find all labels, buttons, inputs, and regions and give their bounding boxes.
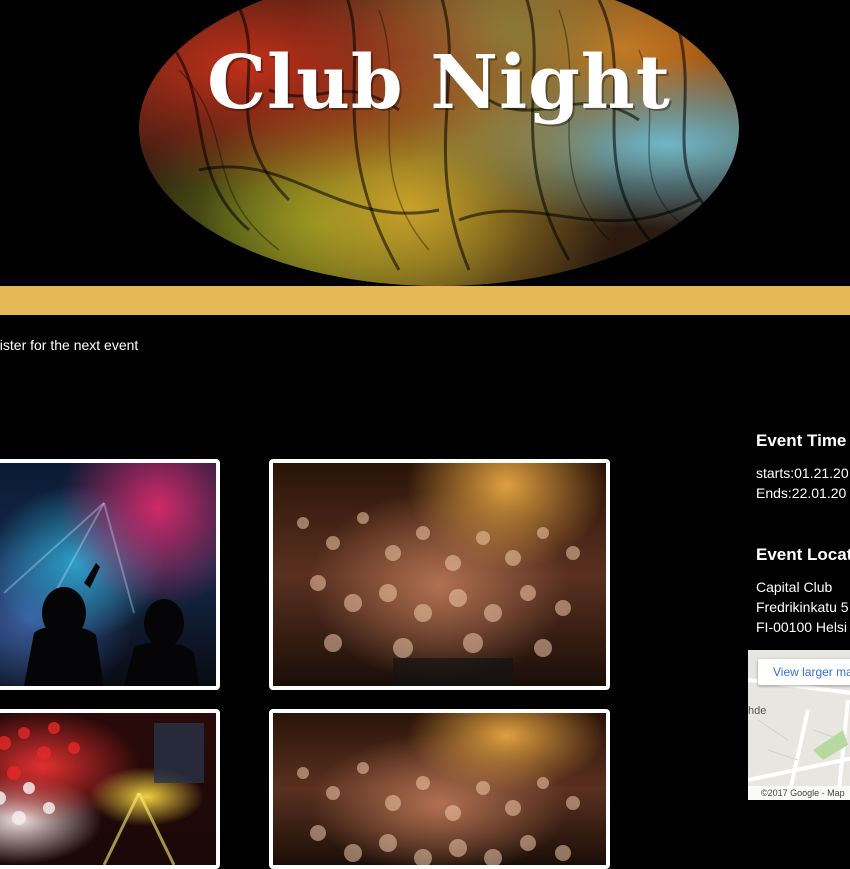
crowd-pattern-2: [297, 762, 580, 865]
dj-stage-photo[interactable]: [0, 459, 220, 690]
register-text: gister for the next event: [0, 337, 139, 353]
logo-text: Club Night: [207, 40, 671, 126]
venue-name: Capital Club: [756, 579, 833, 595]
map-street-label: hde: [748, 705, 767, 717]
crowd-photo-2[interactable]: [269, 709, 610, 869]
club-night-logo[interactable]: Club Night: [139, 0, 739, 286]
map-credit[interactable]: ©2017 Google - Map: [748, 786, 850, 800]
event-time-heading: Event Time: [756, 431, 847, 450]
balloons-pattern: [0, 722, 204, 865]
crowd-photo[interactable]: [269, 459, 610, 690]
event-start-time: starts:01.21.20: [756, 465, 849, 481]
balloons-photo[interactable]: [0, 709, 220, 869]
event-location-heading: Event Locat: [756, 545, 850, 564]
event-end-time: Ends:22.01.20: [756, 485, 847, 501]
view-larger-map-link[interactable]: View larger ma: [758, 659, 850, 685]
crowd-pattern: [297, 512, 580, 686]
venue-street: Fredrikinkatu 5: [756, 599, 849, 615]
location-map[interactable]: View larger ma hde ©2017 Google - Map: [748, 650, 850, 800]
accent-bar: [0, 286, 850, 315]
header: Club Night: [0, 0, 850, 286]
dj-stage-silhouettes: [3, 502, 199, 686]
venue-city: FI-00100 Helsi: [756, 619, 848, 635]
